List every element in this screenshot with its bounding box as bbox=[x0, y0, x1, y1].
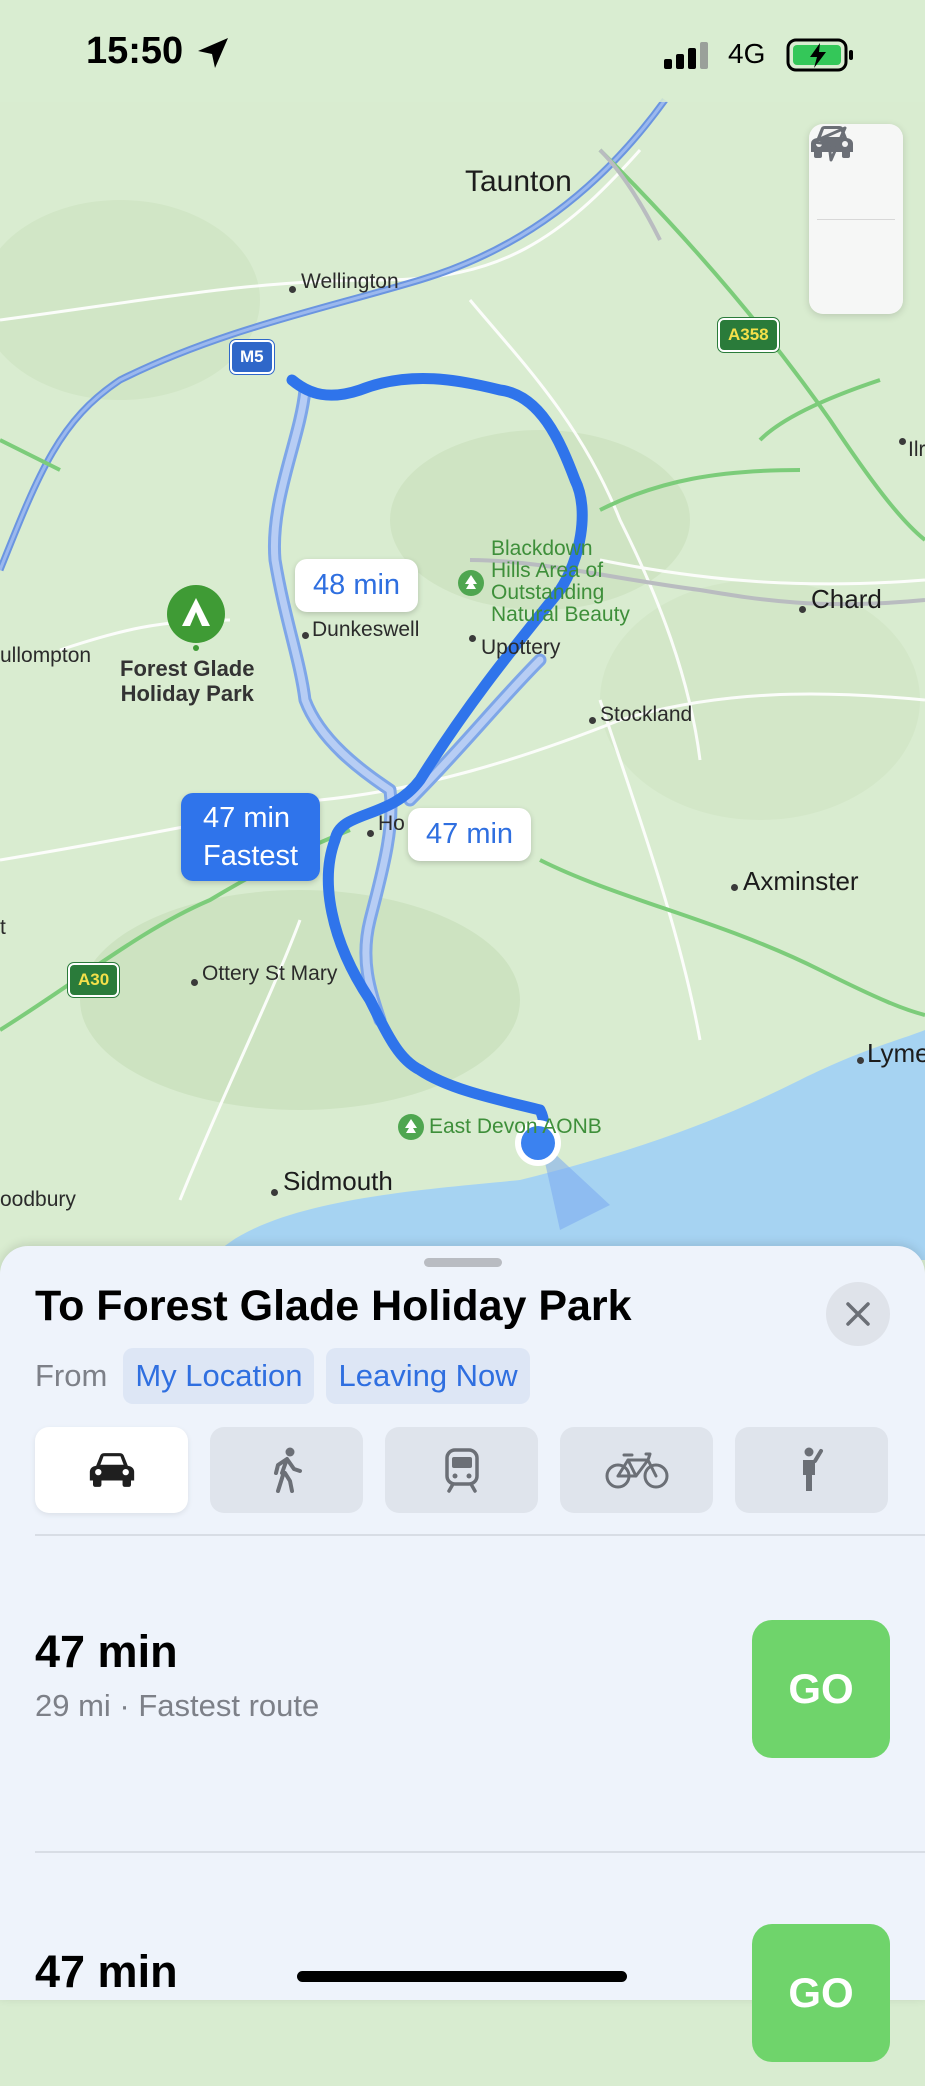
destination-label-line: Forest Glade bbox=[120, 656, 255, 681]
mode-drive-button[interactable] bbox=[35, 1427, 188, 1513]
poi-label-line: Natural Beauty bbox=[491, 603, 630, 626]
rideshare-icon bbox=[802, 1447, 823, 1491]
place-dot bbox=[799, 606, 806, 613]
poi-label-line: Outstanding bbox=[491, 581, 605, 604]
place-dot bbox=[271, 1189, 278, 1196]
poi-label-line: Blackdown bbox=[491, 537, 593, 560]
place-label-ottery-st-mary[interactable]: Ottery St Mary bbox=[202, 962, 337, 986]
road-shield-a358: A358 bbox=[718, 318, 779, 352]
departure-time-chip[interactable]: Leaving Now bbox=[326, 1348, 530, 1404]
car-icon bbox=[89, 1453, 134, 1487]
place-label-edge: t bbox=[0, 916, 6, 939]
destination-title: To Forest Glade Holiday Park bbox=[35, 1282, 632, 1330]
destination-label[interactable]: Forest Glade Holiday Park bbox=[120, 656, 254, 706]
close-icon bbox=[846, 1302, 870, 1326]
place-label-sidmouth[interactable]: Sidmouth bbox=[283, 1166, 393, 1197]
route-callout-alt-2[interactable]: 47 min bbox=[408, 808, 532, 861]
transport-mode-selector bbox=[35, 1427, 888, 1513]
poi-label-line: Hills Area of bbox=[491, 559, 604, 582]
location-services-icon bbox=[198, 38, 228, 68]
divider bbox=[35, 1851, 925, 1853]
callout-time: 47 min bbox=[203, 802, 291, 834]
place-label-cullompton[interactable]: ullompton bbox=[0, 644, 91, 668]
divider bbox=[35, 1534, 925, 1536]
place-label-upottery[interactable]: Upottery bbox=[481, 636, 560, 660]
callout-tag: Fastest bbox=[203, 840, 299, 872]
place-label-dunkeswell[interactable]: Dunkeswell bbox=[312, 618, 419, 642]
place-dot bbox=[899, 438, 906, 445]
status-bar: 15:50 4G bbox=[0, 0, 925, 102]
place-dot bbox=[731, 884, 738, 891]
place-dot bbox=[289, 286, 296, 293]
poi-label-blackdown-hills[interactable]: Blackdown Hills Area of Outstanding Natu… bbox=[491, 538, 630, 626]
directions-sheet: To Forest Glade Holiday Park From My Loc… bbox=[0, 1246, 925, 2062]
sheet-grabber[interactable] bbox=[424, 1258, 502, 1267]
place-label-wellington[interactable]: Wellington bbox=[301, 270, 399, 294]
go-button[interactable]: GO bbox=[752, 1924, 890, 2062]
origin-row: From My Location Leaving Now bbox=[35, 1346, 530, 1406]
campsite-icon bbox=[167, 585, 225, 651]
place-dot bbox=[857, 1057, 864, 1064]
status-time: 15:50 bbox=[86, 30, 184, 72]
home-indicator[interactable] bbox=[297, 1971, 627, 1982]
mode-rideshare-button[interactable] bbox=[735, 1427, 888, 1513]
place-label-axminster[interactable]: Axminster bbox=[743, 866, 859, 897]
place-dot bbox=[302, 632, 309, 639]
place-label-lyme[interactable]: Lyme bbox=[867, 1038, 925, 1069]
place-dot bbox=[589, 717, 596, 724]
place-label-chard[interactable]: Chard bbox=[811, 584, 882, 615]
mode-walk-button[interactable] bbox=[210, 1427, 363, 1513]
cycle-icon bbox=[605, 1452, 668, 1489]
place-label-ilminster[interactable]: Ilr bbox=[908, 438, 925, 462]
mode-transit-button[interactable] bbox=[385, 1427, 538, 1513]
place-label-woodbury[interactable]: oodbury bbox=[0, 1188, 76, 1212]
place-dot bbox=[469, 635, 476, 642]
route-callout-alt-1[interactable]: 48 min bbox=[295, 559, 419, 612]
transit-icon bbox=[444, 1448, 479, 1493]
network-type: 4G bbox=[728, 38, 766, 69]
destination-label-line: Holiday Park bbox=[120, 681, 254, 706]
mode-cycle-button[interactable] bbox=[560, 1427, 713, 1513]
from-label: From bbox=[35, 1358, 108, 1393]
place-label-honiton[interactable]: Ho bbox=[378, 812, 405, 836]
location-arrow-icon bbox=[811, 126, 847, 162]
walk-icon bbox=[273, 1447, 302, 1493]
signal-icon bbox=[664, 42, 708, 69]
route-option-1[interactable]: 47 min 29 mi · Fastest route GO bbox=[35, 1620, 890, 1766]
place-dot bbox=[191, 979, 198, 986]
map-controls bbox=[809, 124, 903, 314]
destination-pin[interactable] bbox=[166, 584, 226, 652]
road-shield-a30: A30 bbox=[68, 963, 120, 997]
route-option-2[interactable]: 47 min GO bbox=[35, 1924, 890, 2086]
poi-label-east-devon[interactable]: East Devon AONB bbox=[429, 1116, 602, 1138]
origin-chip[interactable]: My Location bbox=[123, 1348, 315, 1404]
map-view[interactable]: M5 A358 A30 Taunton Wellington Chard Ilr… bbox=[0, 0, 925, 1260]
close-button[interactable] bbox=[826, 1282, 890, 1346]
place-label-stockland[interactable]: Stockland bbox=[600, 703, 692, 727]
place-dot bbox=[367, 830, 374, 837]
road-shield-m5: M5 bbox=[230, 340, 274, 374]
battery-charging-icon bbox=[786, 38, 853, 72]
go-button[interactable]: GO bbox=[752, 1620, 890, 1758]
map-canvas bbox=[0, 0, 925, 1260]
route-callout-selected[interactable]: 47 min Fastest bbox=[181, 793, 321, 881]
track-location-button[interactable] bbox=[809, 126, 903, 315]
place-label-taunton[interactable]: Taunton bbox=[465, 165, 572, 199]
